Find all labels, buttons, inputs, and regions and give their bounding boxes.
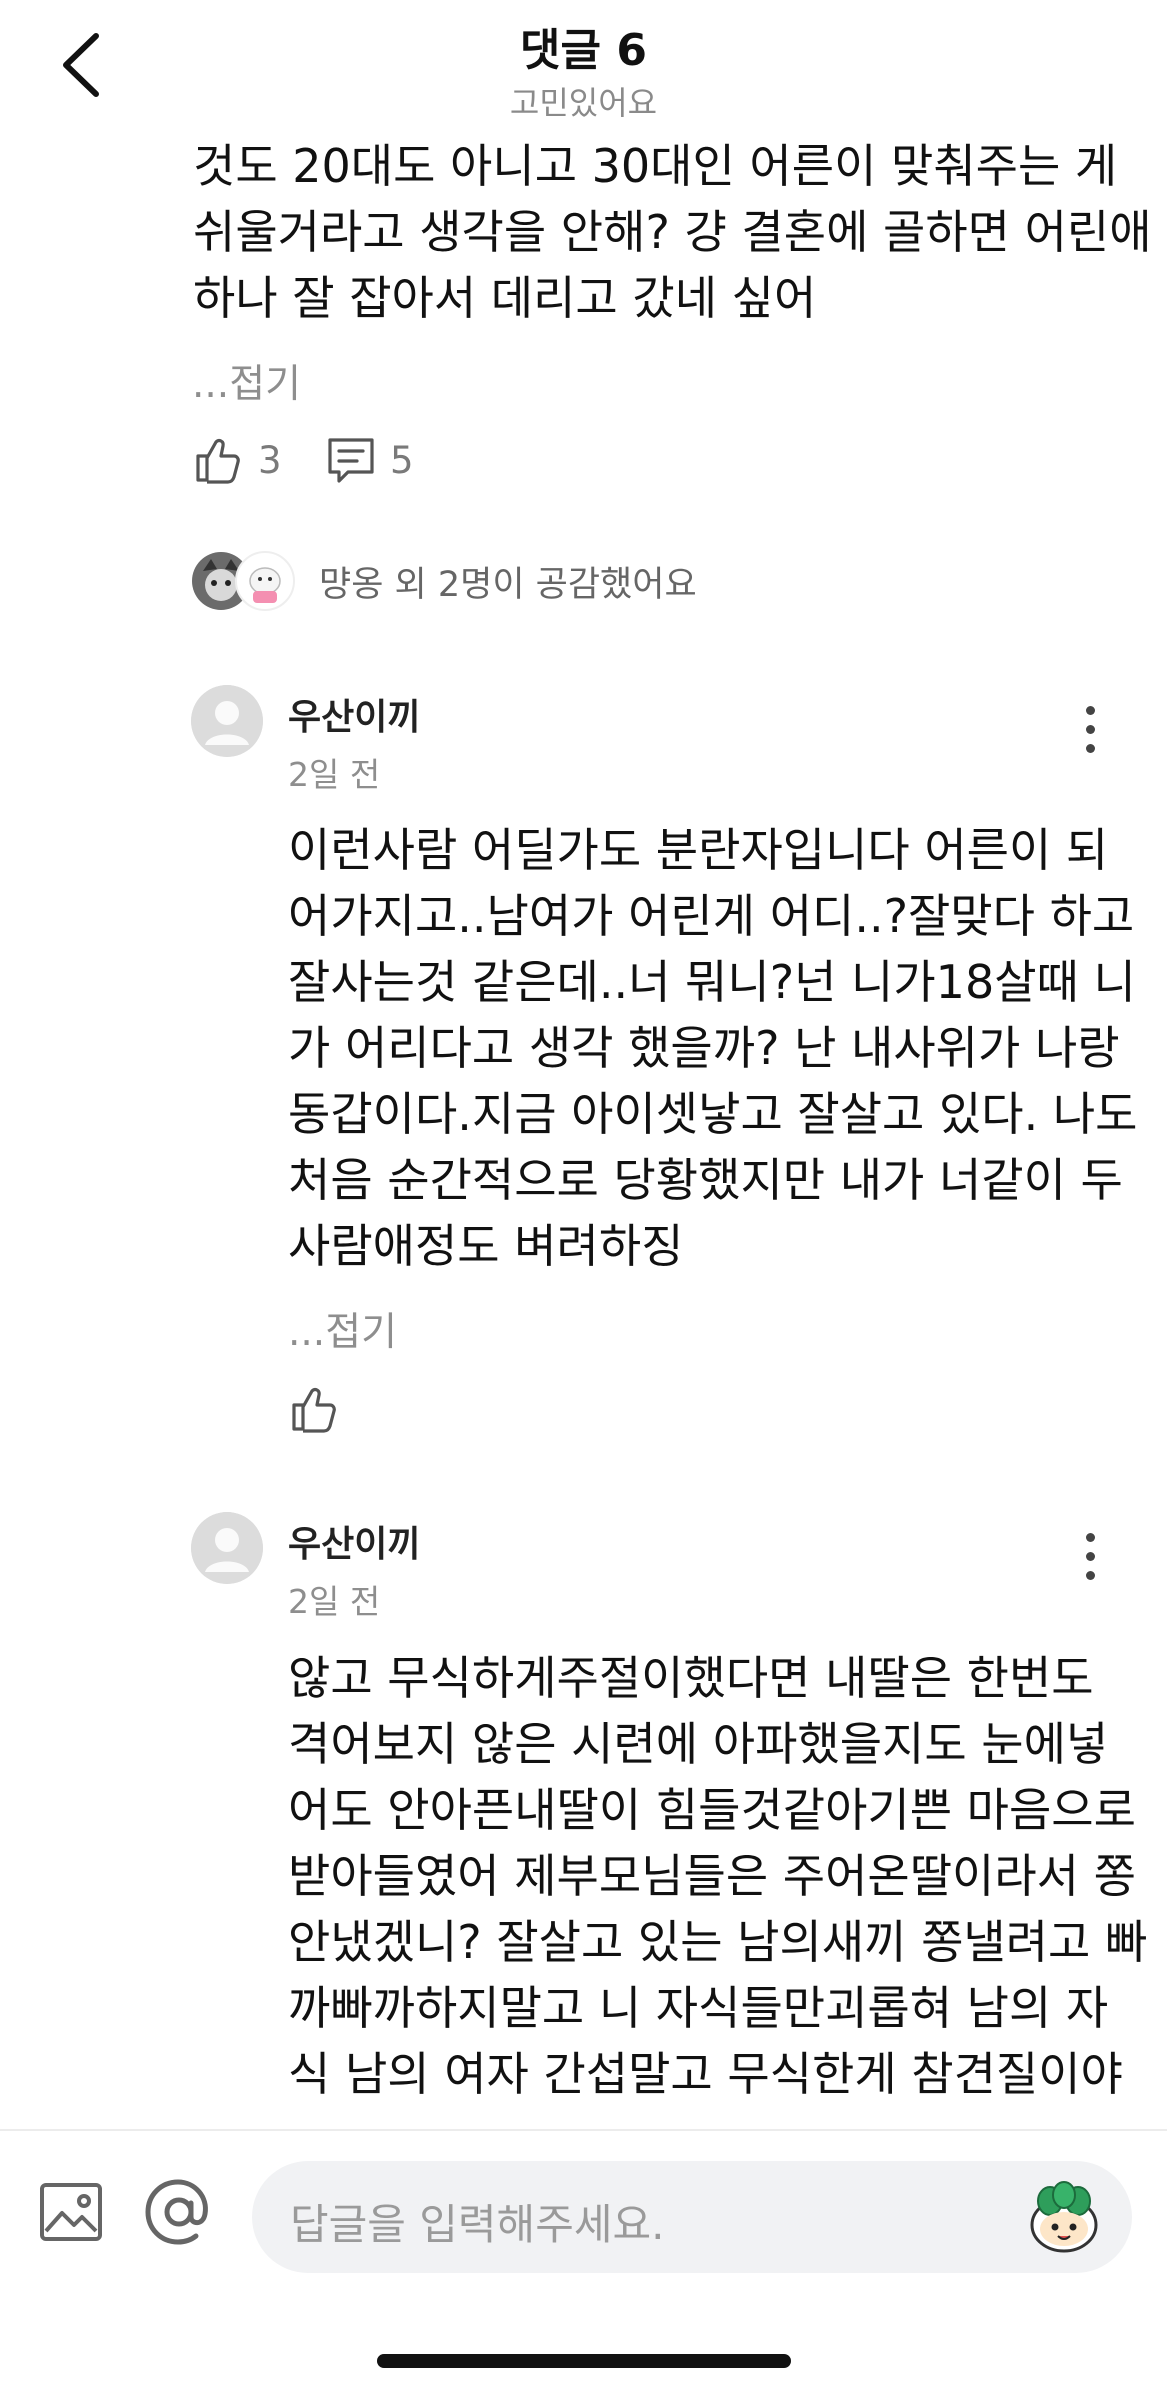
reply-text-line: 이런사람 어딜가도 분란자입니다 어른이 되 xyxy=(288,823,1109,877)
reply-author[interactable]: 우산이끼 xyxy=(288,688,420,740)
user-avatar-character xyxy=(235,551,295,611)
avatar[interactable] xyxy=(191,685,263,757)
reply-text-line: 잘사는것 같은데..너 뭐니?넌 니가18살때 니 xyxy=(288,955,1136,1009)
like-button[interactable] xyxy=(288,1383,340,1435)
more-menu-button[interactable] xyxy=(1070,701,1110,761)
like-count: 3 xyxy=(258,438,282,482)
comment-text-line: 쉬울거라고 생각을 안해? 걍 결혼에 골하면 어린애 xyxy=(193,205,1152,259)
sympathy-text: 먕옹 외 2명이 공감했어요 xyxy=(319,564,697,605)
like-button[interactable]: 3 xyxy=(192,434,282,486)
page-subtitle: 고민있어요 xyxy=(509,84,658,122)
reply-text-line: 어가지고..남여가 어린게 어디..?잘맞다 하고 xyxy=(288,889,1135,943)
reply-author[interactable]: 우산이끼 xyxy=(288,1515,420,1567)
kebab-menu-icon xyxy=(1085,1533,1095,1542)
mention-button[interactable] xyxy=(142,2175,216,2253)
default-avatar-icon xyxy=(191,1512,263,1584)
default-avatar-icon xyxy=(191,685,263,757)
reply-text-line: 않고 무식하게주절이했다면 내딸은 한번도 xyxy=(288,1651,1094,1705)
reply-text-line: 받아들였어 제부모님들은 주어온딸이라서 쫑 xyxy=(288,1849,1136,1903)
reply-text-line: 식 남의 여자 간섭말고 무식한게 참견질이야 xyxy=(288,2047,1123,2101)
sympathy-avatars xyxy=(191,548,301,614)
reply-time: 2일 전 xyxy=(288,755,381,794)
reply-count: 5 xyxy=(390,438,414,482)
fold-button[interactable]: ...접기 xyxy=(288,1301,397,1357)
header: 댓글 6 고민있어요 xyxy=(0,0,1167,125)
kebab-menu-icon xyxy=(1085,706,1095,715)
avatar[interactable] xyxy=(191,1512,263,1584)
thumbs-up-icon xyxy=(292,1388,336,1433)
reply-text-line: 어도 안아픈내딸이 힘들것같아기쁜 마음으로 xyxy=(288,1783,1136,1837)
more-menu-button[interactable] xyxy=(1070,1528,1110,1588)
comment-icon xyxy=(328,438,374,483)
sticker-button[interactable] xyxy=(1022,2175,1106,2263)
reply-text-line: 안냈겠니? 잘살고 있는 남의새끼 쫑낼려고 빠 xyxy=(288,1915,1148,1969)
at-sign-icon xyxy=(145,2179,208,2245)
reply-text-line: 까빠까하지말고 니 자식들만괴롭혀 남의 자 xyxy=(288,1981,1109,2035)
reply-text-line: 격어보지 않은 시련에 아파했을지도 눈에넣 xyxy=(288,1717,1109,1771)
reply-composer: 답글을 입력해주세요. xyxy=(0,2129,1167,2393)
reply-time: 2일 전 xyxy=(288,1582,381,1621)
sticker-icon xyxy=(1030,2181,1098,2253)
reply-text-line: 동갑이다.지금 아이셋낳고 잘살고 있다. 나도 xyxy=(288,1087,1138,1141)
reply-text-line: 가 어리다고 생각 했을까? 난 내사위가 나랑 xyxy=(288,1021,1120,1075)
image-icon xyxy=(40,2183,102,2241)
image-attach-button[interactable] xyxy=(38,2179,104,2249)
reply-text-line: 사람애정도 벼려하징 xyxy=(288,1219,684,1273)
sympathy-row[interactable]: 먕옹 외 2명이 공감했어요 xyxy=(191,548,697,614)
page-title: 댓글 6 xyxy=(520,25,647,76)
reply-text-line: 처음 순간적으로 당황했지만 내가 너같이 두 xyxy=(288,1153,1123,1207)
reply-button[interactable]: 5 xyxy=(326,434,414,486)
thumbs-up-icon xyxy=(196,439,240,484)
home-indicator[interactable] xyxy=(377,2354,791,2368)
reply-input-placeholder: 답글을 입력해주세요. xyxy=(290,2200,665,2249)
comment-text-line: 것도 20대도 아니고 30대인 어른이 맞춰주는 게 xyxy=(193,139,1118,193)
reply-input[interactable]: 답글을 입력해주세요. xyxy=(252,2161,1132,2273)
fold-button[interactable]: ...접기 xyxy=(192,353,301,409)
comment-text-line: 하나 잘 잡아서 데리고 갔네 싶어 xyxy=(193,271,817,325)
